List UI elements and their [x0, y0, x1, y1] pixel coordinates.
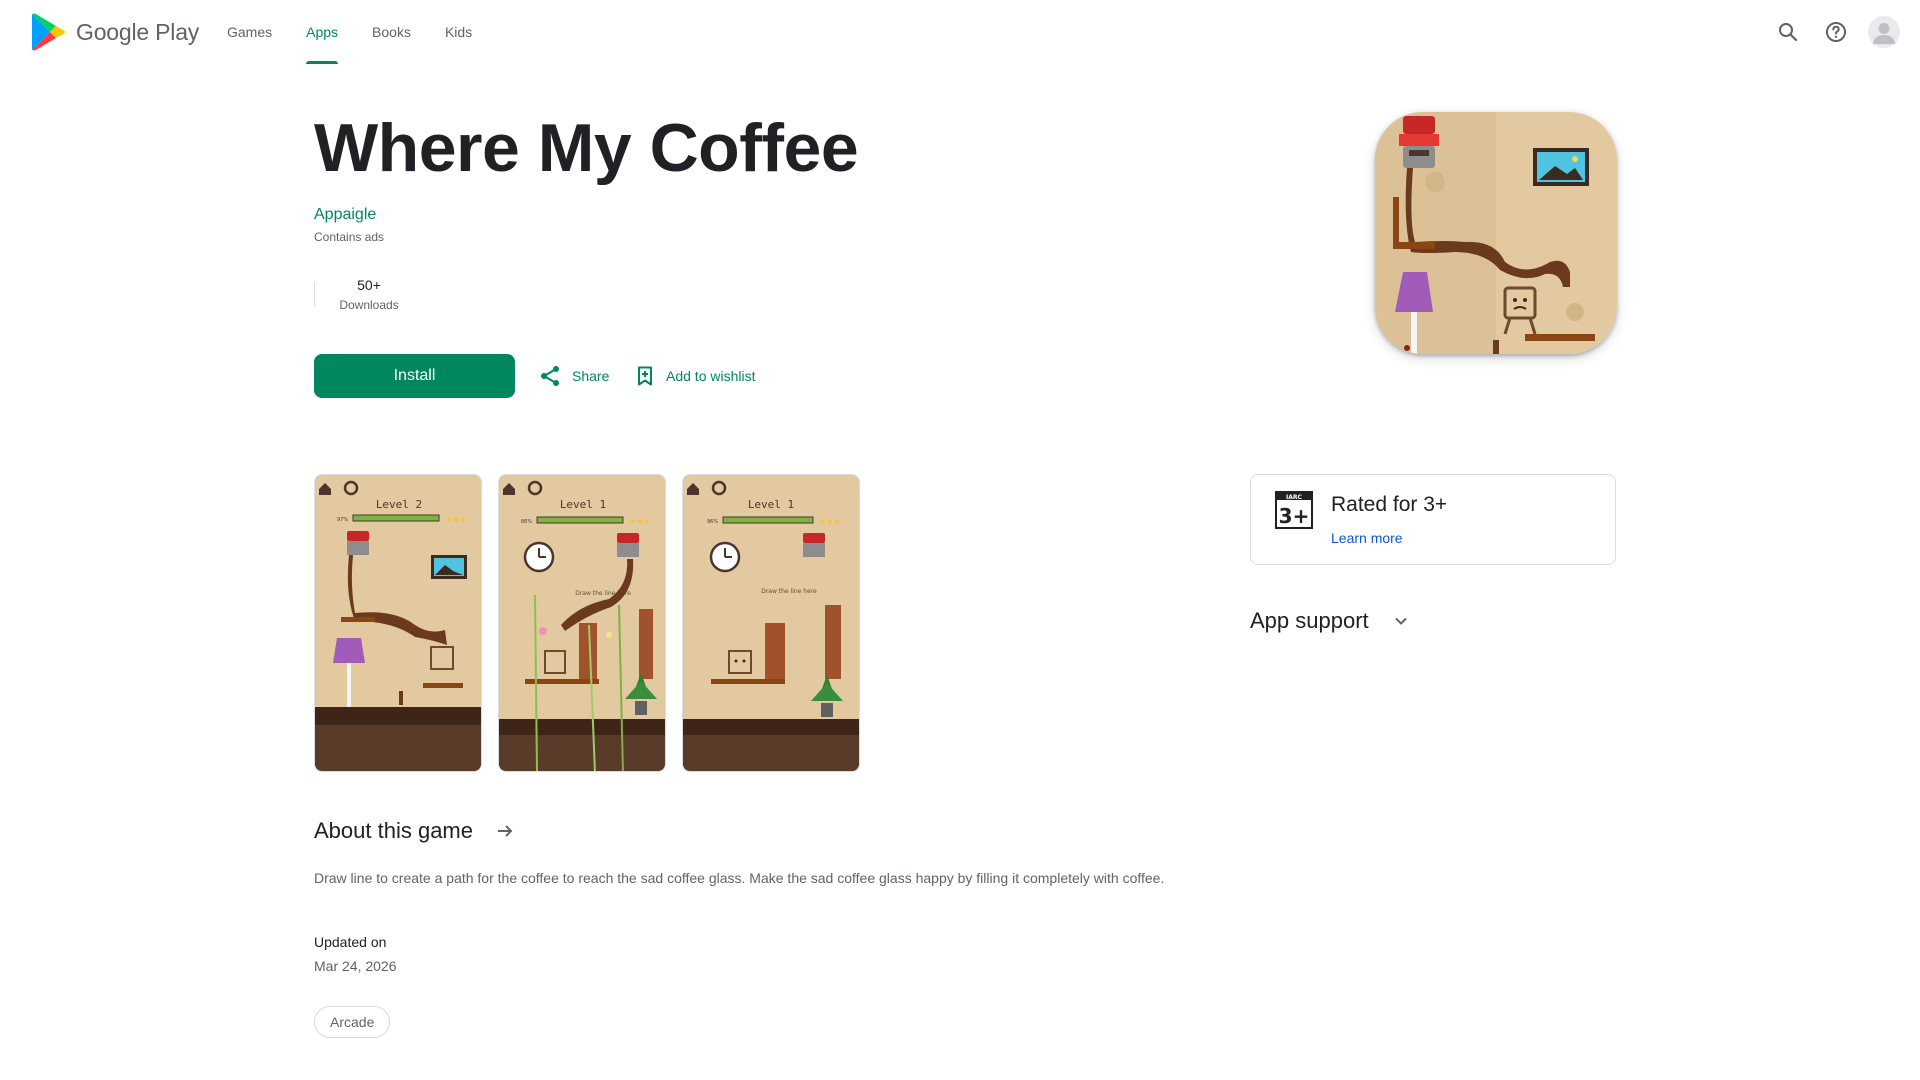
stat-content: 50+ Downloads: [315, 277, 423, 312]
play-logo-icon: [32, 13, 65, 51]
progress-label: 97%: [337, 517, 348, 523]
learn-more-link[interactable]: Learn more: [1331, 530, 1403, 546]
game-screenshot-level-1-b: Level 1 96% ★★★ Draw the line here: [683, 475, 859, 771]
add-to-wishlist-button[interactable]: Add to wishlist: [634, 362, 755, 390]
google-play-logo[interactable]: Google Play: [30, 12, 199, 52]
downloads-value: 50+: [357, 276, 381, 293]
contains-ads-note: Contains ads: [314, 230, 385, 244]
svg-text:★★★: ★★★: [445, 515, 467, 524]
game-screenshot-level-2: Level 2 97% ★★★: [315, 475, 481, 771]
app-support-toggle[interactable]: App support: [1250, 608, 1413, 634]
updated-on-label: Updated on: [314, 934, 387, 950]
iarc-rating-icon: IARC 3+: [1275, 491, 1313, 529]
iarc-label: IARC: [1286, 494, 1302, 501]
search-icon: [1779, 23, 1798, 42]
level-label: Level 1: [560, 498, 606, 511]
svg-text:★★★: ★★★: [819, 517, 841, 526]
help-button[interactable]: [1812, 8, 1860, 56]
about-this-game-header[interactable]: About this game: [314, 818, 517, 844]
hint-label: Draw the line here: [761, 588, 817, 595]
install-button[interactable]: Install: [314, 354, 515, 398]
share-icon: [541, 366, 559, 386]
downloads-label: Downloads: [339, 297, 399, 312]
app-support-label: App support: [1250, 608, 1369, 633]
developer-link[interactable]: Appaigle: [314, 206, 376, 224]
account-avatar[interactable]: [1868, 16, 1900, 48]
top-app-bar: Google Play Games Apps Books Kids: [0, 0, 1920, 64]
progress-label: 96%: [707, 519, 718, 525]
level-label: Level 1: [748, 498, 794, 511]
bookmark-add-icon: [638, 366, 652, 386]
wishlist-label: Add to wishlist: [666, 368, 756, 384]
person-icon: [1873, 23, 1895, 44]
category-chip[interactable]: Arcade: [314, 1006, 391, 1038]
tab-apps[interactable]: Apps: [289, 0, 355, 64]
screenshot-1[interactable]: Level 2 97% ★★★: [314, 474, 482, 772]
content-rating-card: IARC 3+ Rated for 3+ Learn more: [1250, 474, 1616, 565]
rating-label: Rated for 3+: [1331, 493, 1448, 516]
level-label: Level 2: [376, 498, 422, 511]
tab-kids[interactable]: Kids: [428, 0, 489, 64]
app-description: Draw line to create a path for the coffe…: [314, 870, 1165, 886]
screenshot-3[interactable]: Level 1 96% ★★★ Draw the line here: [682, 474, 860, 772]
game-screenshot-level-1-a: Level 1 86% ★★★ Draw the line here: [499, 475, 665, 771]
tab-books[interactable]: Books: [355, 0, 428, 64]
iarc-value: 3+: [1279, 504, 1310, 528]
header-actions: [1764, 0, 1920, 64]
app-title: Where My Coffee: [314, 110, 859, 186]
tab-games[interactable]: Games: [210, 0, 289, 64]
help-icon: [1826, 22, 1846, 42]
downloads-stat: 50+ Downloads: [314, 272, 423, 316]
search-button[interactable]: [1764, 8, 1812, 56]
share-button[interactable]: Share: [538, 362, 609, 390]
app-icon: [1375, 112, 1617, 354]
screenshot-2[interactable]: Level 1 86% ★★★ Draw the line here: [498, 474, 666, 772]
share-label: Share: [572, 368, 610, 384]
svg-text:★★★: ★★★: [629, 517, 651, 526]
progress-label: 86%: [521, 519, 532, 525]
updated-on-value: Mar 24, 2026: [314, 958, 397, 974]
category-tabs: Games Apps Books Kids: [210, 0, 489, 64]
chevron-down-icon: [1394, 617, 1407, 625]
brand-name: Google Play: [76, 18, 200, 45]
about-heading: About this game: [314, 818, 473, 843]
arrow-forward-icon: [497, 825, 513, 837]
app-icon-artwork: [1375, 112, 1617, 354]
